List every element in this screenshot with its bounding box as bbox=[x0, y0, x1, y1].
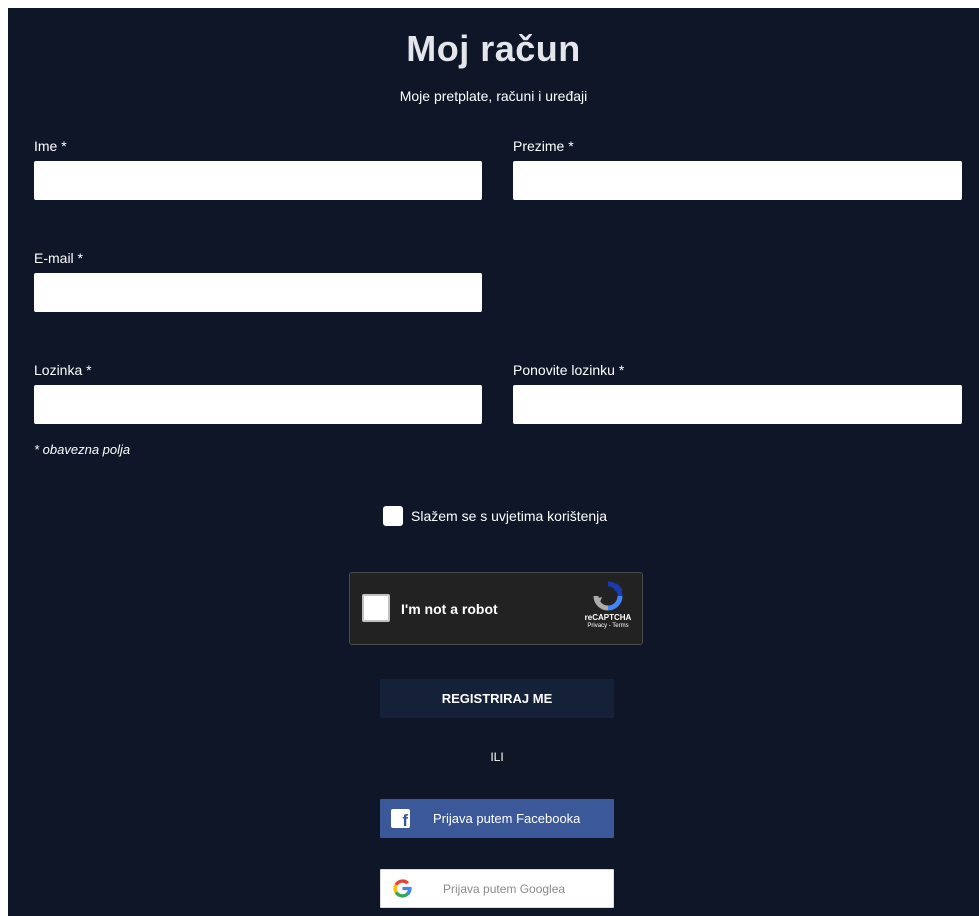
recaptcha-privacy-terms-links[interactable]: Privacy - Terms bbox=[578, 623, 638, 629]
recaptcha-widget: I'm not a robot reCAPTCHA Privacy - Term… bbox=[349, 572, 643, 645]
google-login-label: Prijava putem Googlea bbox=[443, 882, 566, 896]
recaptcha-brand: reCAPTCHA bbox=[584, 613, 632, 622]
last-name-label: Prezime * bbox=[513, 138, 574, 154]
recaptcha-icon bbox=[593, 581, 623, 611]
first-name-label: Ime * bbox=[34, 138, 67, 154]
email-label: E-mail * bbox=[34, 250, 84, 266]
terms-checkbox[interactable] bbox=[383, 506, 403, 526]
required-fields-note: * obavezna polja bbox=[34, 442, 131, 457]
recaptcha-logo: reCAPTCHA Privacy - Terms bbox=[578, 581, 638, 629]
recaptcha-label: I'm not a robot bbox=[401, 601, 498, 617]
terms-label[interactable]: Slažem se s uvjetima korištenja bbox=[411, 508, 607, 524]
repeat-password-input[interactable] bbox=[513, 385, 962, 424]
email-input[interactable] bbox=[34, 273, 482, 312]
recaptcha-checkbox[interactable] bbox=[362, 594, 390, 622]
page-subtitle: Moje pretplate, računi i uređaji bbox=[399, 88, 588, 104]
first-name-input[interactable] bbox=[34, 161, 482, 200]
facebook-login-label: Prijava putem Facebooka bbox=[433, 811, 581, 826]
password-input[interactable] bbox=[34, 385, 482, 424]
google-icon bbox=[393, 879, 412, 898]
last-name-input[interactable] bbox=[513, 161, 962, 200]
facebook-icon: f bbox=[391, 809, 410, 828]
terms-agreement: Slažem se s uvjetima korištenja bbox=[383, 506, 607, 526]
account-panel: Moj račun Moje pretplate, računi i uređa… bbox=[8, 8, 979, 916]
password-label: Lozinka * bbox=[34, 362, 92, 378]
google-login-button[interactable]: Prijava putem Googlea bbox=[380, 869, 614, 908]
or-separator: ILI bbox=[490, 750, 504, 764]
page-title: Moj račun bbox=[406, 28, 581, 69]
repeat-password-label: Ponovite lozinku * bbox=[513, 362, 625, 378]
register-button[interactable]: REGISTRIRAJ ME bbox=[380, 679, 614, 718]
facebook-login-button[interactable]: f Prijava putem Facebooka bbox=[380, 799, 614, 838]
